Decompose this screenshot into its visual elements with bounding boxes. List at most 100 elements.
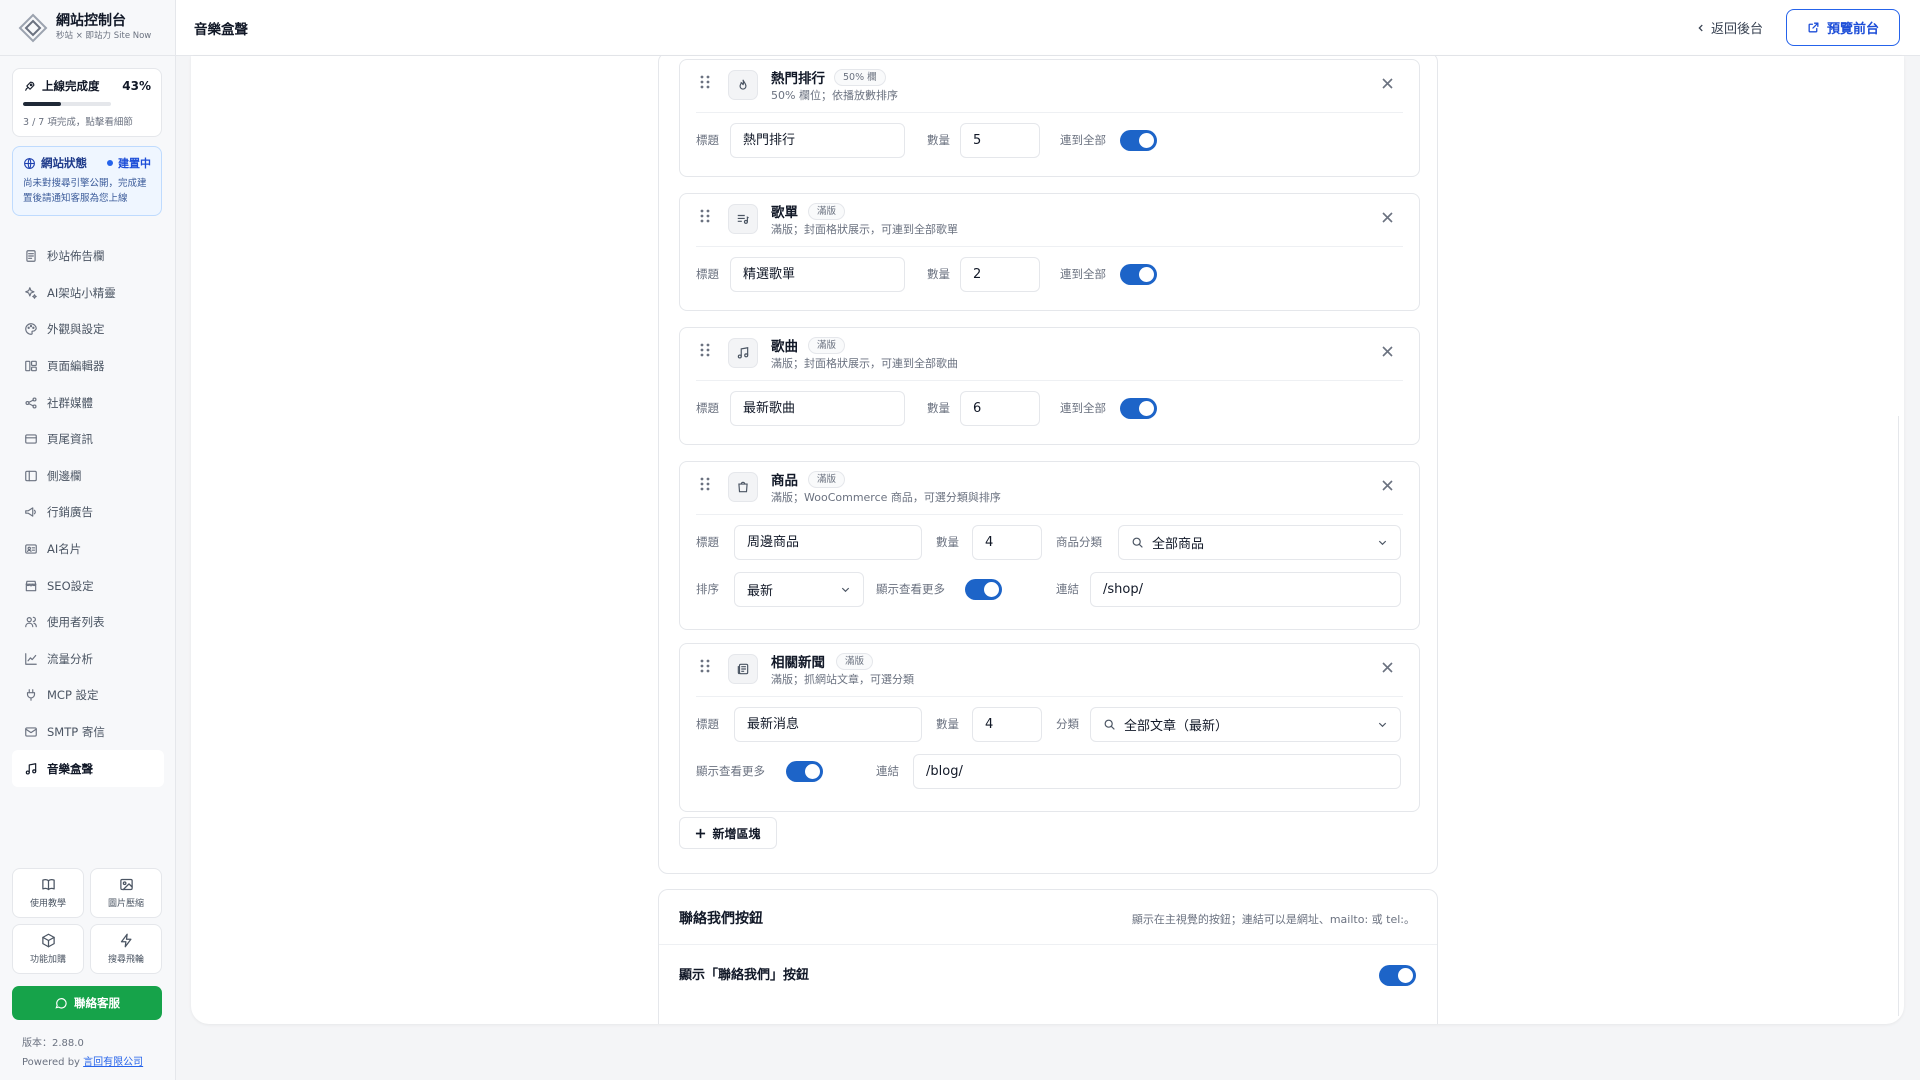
shopping-bag-icon <box>728 472 758 502</box>
site-status-description: 尚未對搜尋引擎公開，完成建置後請通知客服為您上線 <box>23 178 147 204</box>
back-to-admin-link[interactable]: 返回後台 <box>1696 18 1763 37</box>
count-input[interactable]: 4 <box>972 707 1042 742</box>
tool-button-2[interactable]: 功能加購 <box>12 924 84 974</box>
sidebar-item-10[interactable]: 使用者列表 <box>12 604 164 641</box>
newspaper-icon <box>728 654 758 684</box>
block-header: 歌單 滿版 滿版；封面格狀展示，可連到全部歌單 <box>680 194 1419 247</box>
drag-handle-icon[interactable] <box>699 343 711 357</box>
drag-handle-icon[interactable] <box>699 75 711 89</box>
block-width-badge: 滿版 <box>836 653 874 670</box>
launch-progress-card[interactable]: 上線完成度 43% 3 / 7 項完成，點擊看細節 <box>12 68 162 137</box>
close-icon[interactable] <box>1382 662 1393 673</box>
book-icon <box>41 879 55 891</box>
sidebar-item-4[interactable]: 社群媒體 <box>12 384 164 421</box>
add-block-button[interactable]: 新增區塊 <box>679 817 777 849</box>
contact-support-button[interactable]: 聯絡客服 <box>12 986 162 1020</box>
link-all-toggle[interactable] <box>1120 398 1157 419</box>
show-more-toggle[interactable] <box>965 579 1002 600</box>
sidebar-item-label: 音樂盒聲 <box>47 761 93 776</box>
count-input[interactable]: 6 <box>960 391 1040 426</box>
sidebar-item-label: AI名片 <box>47 542 82 557</box>
sort-select[interactable]: 最新 <box>734 572 864 607</box>
block-header: 熱門排行 50% 欄 50% 欄位；依播放數排序 <box>680 60 1419 113</box>
brand-title: 網站控制台 <box>56 13 126 29</box>
store-icon <box>25 580 37 591</box>
preview-frontend-button[interactable]: 預覽前台 <box>1786 9 1900 46</box>
sort-value: 最新 <box>747 584 774 599</box>
package-icon <box>41 933 55 948</box>
link-all-label: 連到全部 <box>1060 267 1106 281</box>
title-input[interactable]: 最新消息 <box>734 707 922 742</box>
sidebar-item-3[interactable]: 頁面編輯器 <box>12 348 164 385</box>
homepage-blocks-section: 熱門排行 50% 欄 50% 欄位；依播放數排序 標題 熱門排行 數量 5 連到… <box>658 56 1438 874</box>
mail-icon <box>25 727 37 737</box>
sidebar-item-label: SEO設定 <box>47 578 94 593</box>
close-icon[interactable] <box>1382 212 1393 223</box>
sidebar-item-9[interactable]: SEO設定 <box>12 567 164 604</box>
tool-button-1[interactable]: 圖片壓縮 <box>90 868 162 918</box>
contact-section-header: 聯絡我們按鈕 顯示在主視覺的按鈕；連結可以是網址、mailto: 或 tel:。 <box>659 890 1437 945</box>
block-description: 滿版；封面格狀展示，可連到全部歌單 <box>771 223 958 236</box>
drag-handle-icon[interactable] <box>699 209 711 223</box>
zap-icon <box>120 933 131 948</box>
close-icon[interactable] <box>1382 78 1393 89</box>
tool-label: 使用教學 <box>29 899 66 909</box>
rocket-icon <box>25 81 35 91</box>
sidebar-item-label: 外觀與設定 <box>47 322 105 337</box>
count-input[interactable]: 4 <box>972 525 1042 560</box>
sidebar-item-13[interactable]: SMTP 寄信 <box>12 714 164 751</box>
chat-icon <box>55 998 67 1009</box>
palette-icon <box>25 323 37 336</box>
sidebar-item-2[interactable]: 外觀與設定 <box>12 311 164 348</box>
sidebar-item-1[interactable]: AI架站小精靈 <box>12 275 164 312</box>
count-label: 數量 <box>927 401 950 415</box>
site-status-card[interactable]: 網站狀態 建置中 尚未對搜尋引擎公開，完成建置後請通知客服為您上線 <box>12 146 162 216</box>
sidebar-item-7[interactable]: 行銷廣告 <box>12 494 164 531</box>
show-contact-toggle[interactable] <box>1379 965 1416 986</box>
news-category-select[interactable]: 全部文章（最新） <box>1090 707 1401 742</box>
count-input[interactable]: 2 <box>960 257 1040 292</box>
tool-button-3[interactable]: 搜尋飛輪 <box>90 924 162 974</box>
drag-handle-icon[interactable] <box>699 477 711 491</box>
company-link[interactable]: 言回有限公司 <box>83 1057 143 1068</box>
sidebar-item-0[interactable]: 秒站佈告欄 <box>12 238 164 275</box>
id-card-icon <box>25 544 37 554</box>
count-input[interactable]: 5 <box>960 123 1040 158</box>
link-all-toggle[interactable] <box>1120 130 1157 151</box>
scroll-track[interactable] <box>1898 416 1899 1016</box>
sidebar-item-label: 秒站佈告欄 <box>47 249 105 264</box>
sidebar-item-12[interactable]: MCP 設定 <box>12 677 164 714</box>
sidebar-item-label: 社群媒體 <box>47 395 93 410</box>
block-songs: 歌曲 滿版 滿版；封面格狀展示，可連到全部歌曲 標題 最新歌曲 數量 6 連到全… <box>679 327 1420 445</box>
music-icon <box>25 762 37 775</box>
flame-icon <box>728 70 758 100</box>
title-input[interactable]: 周邊商品 <box>734 525 922 560</box>
sidebar-item-5[interactable]: 頁尾資訊 <box>12 421 164 458</box>
brand[interactable]: 網站控制台 秒站 × 即站力 Site Now <box>0 0 175 56</box>
link-input[interactable]: /shop/ <box>1090 572 1401 607</box>
block-products: 商品 滿版 滿版；WooCommerce 商品，可選分類與排序 標題 周邊商品 … <box>679 461 1420 630</box>
title-input[interactable]: 最新歌曲 <box>730 391 905 426</box>
app: 網站控制台 秒站 × 即站力 Site Now 上線完成度 43% 3 / 7 … <box>0 0 1920 1080</box>
sidebar-item-8[interactable]: AI名片 <box>12 531 164 568</box>
page-title: 音樂盒聲 <box>194 22 248 38</box>
drag-handle-icon[interactable] <box>699 659 711 673</box>
sidebar-item-11[interactable]: 流量分析 <box>12 641 164 678</box>
sidebar-item-6[interactable]: 側邊欄 <box>12 458 164 495</box>
sidebar-item-14[interactable]: 音樂盒聲 <box>12 750 164 787</box>
show-more-toggle[interactable] <box>786 761 823 782</box>
close-icon[interactable] <box>1382 346 1393 357</box>
title-input[interactable]: 精選歌單 <box>730 257 905 292</box>
title-input[interactable]: 熱門排行 <box>730 123 905 158</box>
sidebar-icon <box>25 470 37 482</box>
sidebar: 網站控制台 秒站 × 即站力 Site Now 上線完成度 43% 3 / 7 … <box>0 0 176 1080</box>
product-category-select[interactable]: 全部商品 <box>1118 525 1401 560</box>
count-label: 數量 <box>927 267 950 281</box>
link-all-toggle[interactable] <box>1120 264 1157 285</box>
close-icon[interactable] <box>1382 480 1393 491</box>
card-icon <box>25 434 37 444</box>
main-panel: 熱門排行 50% 欄 50% 欄位；依播放數排序 標題 熱門排行 數量 5 連到… <box>191 56 1904 1024</box>
tool-button-0[interactable]: 使用教學 <box>12 868 84 918</box>
sidebar-item-label: 使用者列表 <box>47 615 105 630</box>
link-input[interactable]: /blog/ <box>913 754 1401 789</box>
